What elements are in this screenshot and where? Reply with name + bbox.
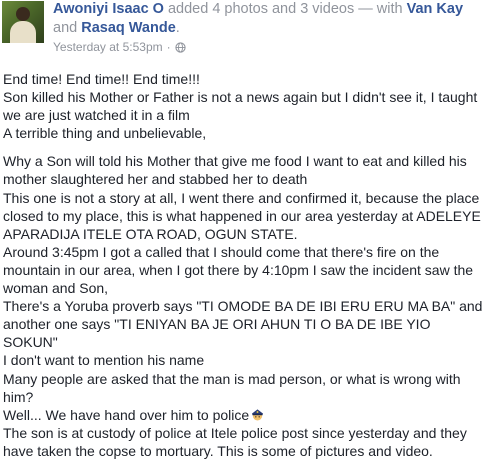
- post-line: Well... We have hand over him to police: [3, 406, 250, 423]
- post-line: A terrible thing and unbelievable,: [3, 125, 207, 142]
- post-line: Around 3:45pm I got a called that I shou…: [3, 243, 474, 297]
- post-line: This one is not a story at all, I went t…: [3, 189, 481, 242]
- post-line: I don't want to mention his name: [3, 352, 205, 369]
- avatar-head: [16, 7, 30, 21]
- meta-separator: ·: [166, 40, 171, 54]
- post-header-text: Awoniyi Isaac O added 4 photos and 3 vid…: [53, 0, 485, 38]
- post-line: Why a Son will told his Mother that give…: [3, 153, 467, 188]
- post-line: End time! End time!! End time!!!: [3, 71, 200, 87]
- added-text: added 4 photos and 3 videos — with: [163, 1, 407, 17]
- post-body: End time! End time!! End time!!! Son kil…: [3, 70, 489, 460]
- avatar-body: [10, 21, 36, 43]
- post-line: There's a Yoruba proverb says "TI OMODE …: [3, 298, 483, 351]
- post-line-with-emoji: Well... We have hand over him to police: [3, 406, 489, 424]
- header-end-text: .: [175, 20, 180, 36]
- police-officer-icon: [252, 409, 264, 421]
- post-line: The son is at custody of police at Itele…: [3, 424, 467, 459]
- globe-icon[interactable]: [175, 41, 186, 53]
- and-text-visible: and: [53, 20, 82, 36]
- author-avatar[interactable]: [2, 1, 44, 43]
- post-meta: Yesterday at 5:53pm ·: [53, 40, 186, 54]
- tagged-user-link-2[interactable]: Rasaq Wande: [81, 20, 176, 36]
- post-line: Son killed his Mother or Father is not a…: [3, 89, 478, 124]
- post-timestamp[interactable]: Yesterday at 5:53pm: [53, 40, 163, 54]
- tagged-user-link[interactable]: Van Kay: [407, 1, 463, 17]
- author-name-link[interactable]: Awoniyi Isaac O: [53, 1, 164, 17]
- post-header: Awoniyi Isaac O added 4 photos and 3 vid…: [0, 0, 491, 62]
- post-line: Many people are asked that the man is ma…: [3, 370, 461, 405]
